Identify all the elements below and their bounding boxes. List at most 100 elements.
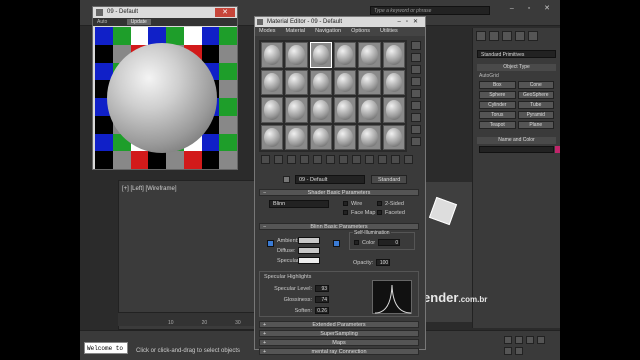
material-editor-titlebar[interactable]: Material Editor - 09 - Default –▫✕ — [255, 17, 425, 27]
menu-utilities[interactable]: Utilities — [380, 27, 398, 36]
make-copy-icon[interactable] — [313, 155, 322, 164]
put-to-library-icon[interactable] — [339, 155, 348, 164]
teapot-button[interactable]: Teapot — [479, 121, 516, 129]
sample-slot[interactable] — [382, 69, 405, 95]
material-name-input[interactable]: 09 - Default — [295, 175, 365, 184]
sample-slot[interactable] — [382, 124, 405, 150]
object-name-input[interactable] — [479, 146, 560, 153]
sample-slot[interactable] — [309, 97, 332, 123]
sample-slot[interactable] — [261, 42, 284, 68]
torus-button[interactable]: Torus — [479, 111, 516, 119]
sample-slot[interactable] — [285, 69, 308, 95]
maximize-viewport-icon[interactable] — [515, 347, 523, 355]
map-lock-icon[interactable] — [333, 240, 340, 247]
specular-level-spinner[interactable]: 93 — [315, 285, 329, 292]
pan-icon[interactable] — [537, 336, 545, 344]
menu-navigation[interactable]: Navigation — [315, 27, 341, 36]
menu-options[interactable]: Options — [351, 27, 370, 36]
object-type-rollout[interactable]: Object Type — [477, 64, 556, 71]
zoom-extents-icon[interactable] — [526, 336, 534, 344]
name-and-color-rollout[interactable]: Name and Color — [477, 137, 556, 144]
menu-material[interactable]: Material — [286, 27, 306, 36]
sample-slot[interactable] — [358, 69, 381, 95]
material-type-button[interactable]: Standard — [371, 175, 408, 184]
faceted-checkbox[interactable] — [377, 210, 382, 215]
sample-slot[interactable] — [334, 42, 357, 68]
modify-tab-icon[interactable] — [489, 31, 499, 41]
show-map-in-viewport-icon[interactable] — [365, 155, 374, 164]
shader-basic-header[interactable]: − Shader Basic Parameters — [259, 189, 419, 196]
sample-slot[interactable] — [285, 124, 308, 150]
update-button[interactable]: Update — [126, 19, 151, 25]
mental-ray-rollout[interactable]: + mental ray Connection — [259, 348, 419, 355]
wire-checkbox[interactable] — [343, 201, 348, 206]
sample-slot[interactable] — [261, 124, 284, 150]
preview-titlebar[interactable]: 09 - Default ✕ — [93, 7, 237, 18]
sample-slot[interactable] — [382, 97, 405, 123]
display-tab-icon[interactable] — [528, 31, 538, 41]
search-input[interactable]: Type a keyword or phrase — [370, 6, 490, 15]
sphere-button[interactable]: Sphere — [479, 91, 516, 99]
sample-uv-tiling-icon[interactable] — [411, 77, 421, 86]
sample-slot[interactable] — [261, 97, 284, 123]
object-color-swatch[interactable] — [555, 146, 560, 153]
sample-type-icon[interactable] — [411, 41, 421, 50]
cylinder-button[interactable]: Cylinder — [479, 101, 516, 109]
pick-material-icon[interactable] — [283, 176, 290, 183]
zoom-all-icon[interactable] — [515, 336, 523, 344]
hierarchy-tab-icon[interactable] — [502, 31, 512, 41]
window-controls[interactable]: – ▫ ✕ — [510, 4, 556, 12]
sample-slot[interactable] — [285, 42, 308, 68]
sample-slot[interactable] — [382, 42, 405, 68]
soften-spinner[interactable]: 0.26 — [315, 307, 329, 314]
glossiness-spinner[interactable]: 74 — [315, 296, 329, 303]
supersampling-rollout[interactable]: + SuperSampling — [259, 330, 419, 337]
show-end-result-icon[interactable] — [378, 155, 387, 164]
geosphere-button[interactable]: GeoSphere — [517, 91, 554, 99]
tube-button[interactable]: Tube — [517, 101, 554, 109]
sample-slot[interactable] — [334, 69, 357, 95]
go-forward-to-sibling-icon[interactable] — [404, 155, 413, 164]
sample-slot[interactable] — [358, 42, 381, 68]
extended-parameters-rollout[interactable]: + Extended Parameters — [259, 321, 419, 328]
zoom-icon[interactable] — [504, 336, 512, 344]
diffuse-color-swatch[interactable] — [298, 247, 320, 254]
close-icon[interactable]: ✕ — [215, 8, 235, 17]
plane-button[interactable]: Plane — [517, 121, 554, 129]
ambient-color-swatch[interactable] — [298, 237, 320, 244]
sample-slot[interactable] — [261, 69, 284, 95]
opacity-spinner[interactable]: 100 — [376, 259, 391, 266]
go-to-parent-icon[interactable] — [391, 155, 400, 164]
put-to-scene-icon[interactable] — [274, 155, 283, 164]
sample-slot[interactable] — [309, 42, 332, 68]
lock-ambient-diffuse-icon[interactable] — [267, 240, 274, 247]
menu-modes[interactable]: Modes — [259, 27, 276, 36]
sample-slot[interactable] — [358, 97, 381, 123]
material-id-channel-icon[interactable] — [352, 155, 361, 164]
box-button[interactable]: Box — [479, 81, 516, 89]
background-icon[interactable] — [411, 65, 421, 74]
sample-slot[interactable] — [334, 97, 357, 123]
specular-color-swatch[interactable] — [298, 257, 320, 264]
auto-checkbox[interactable]: Auto — [97, 19, 107, 25]
viewport-label[interactable]: [+] [Left] [Wireframe] — [122, 186, 177, 192]
sample-slot[interactable] — [358, 124, 381, 150]
self-illum-value[interactable]: 0 — [378, 239, 401, 246]
window-buttons[interactable]: –▫✕ — [398, 17, 424, 27]
face-map-checkbox[interactable] — [343, 210, 348, 215]
maps-rollout[interactable]: + Maps — [259, 339, 419, 346]
cone-button[interactable]: Cone — [517, 81, 554, 89]
reset-map-icon[interactable] — [300, 155, 309, 164]
pyramid-button[interactable]: Pyramid — [517, 111, 554, 119]
select-by-material-icon[interactable] — [411, 125, 421, 134]
shader-type-select[interactable]: Blinn — [269, 200, 329, 208]
create-tab-icon[interactable] — [476, 31, 486, 41]
motion-tab-icon[interactable] — [515, 31, 525, 41]
assign-to-selection-icon[interactable] — [287, 155, 296, 164]
backlight-icon[interactable] — [411, 53, 421, 62]
sample-slot[interactable] — [309, 69, 332, 95]
self-illum-color-checkbox[interactable] — [354, 240, 359, 245]
get-material-icon[interactable] — [261, 155, 270, 164]
options-icon[interactable] — [411, 113, 421, 122]
video-color-check-icon[interactable] — [411, 89, 421, 98]
